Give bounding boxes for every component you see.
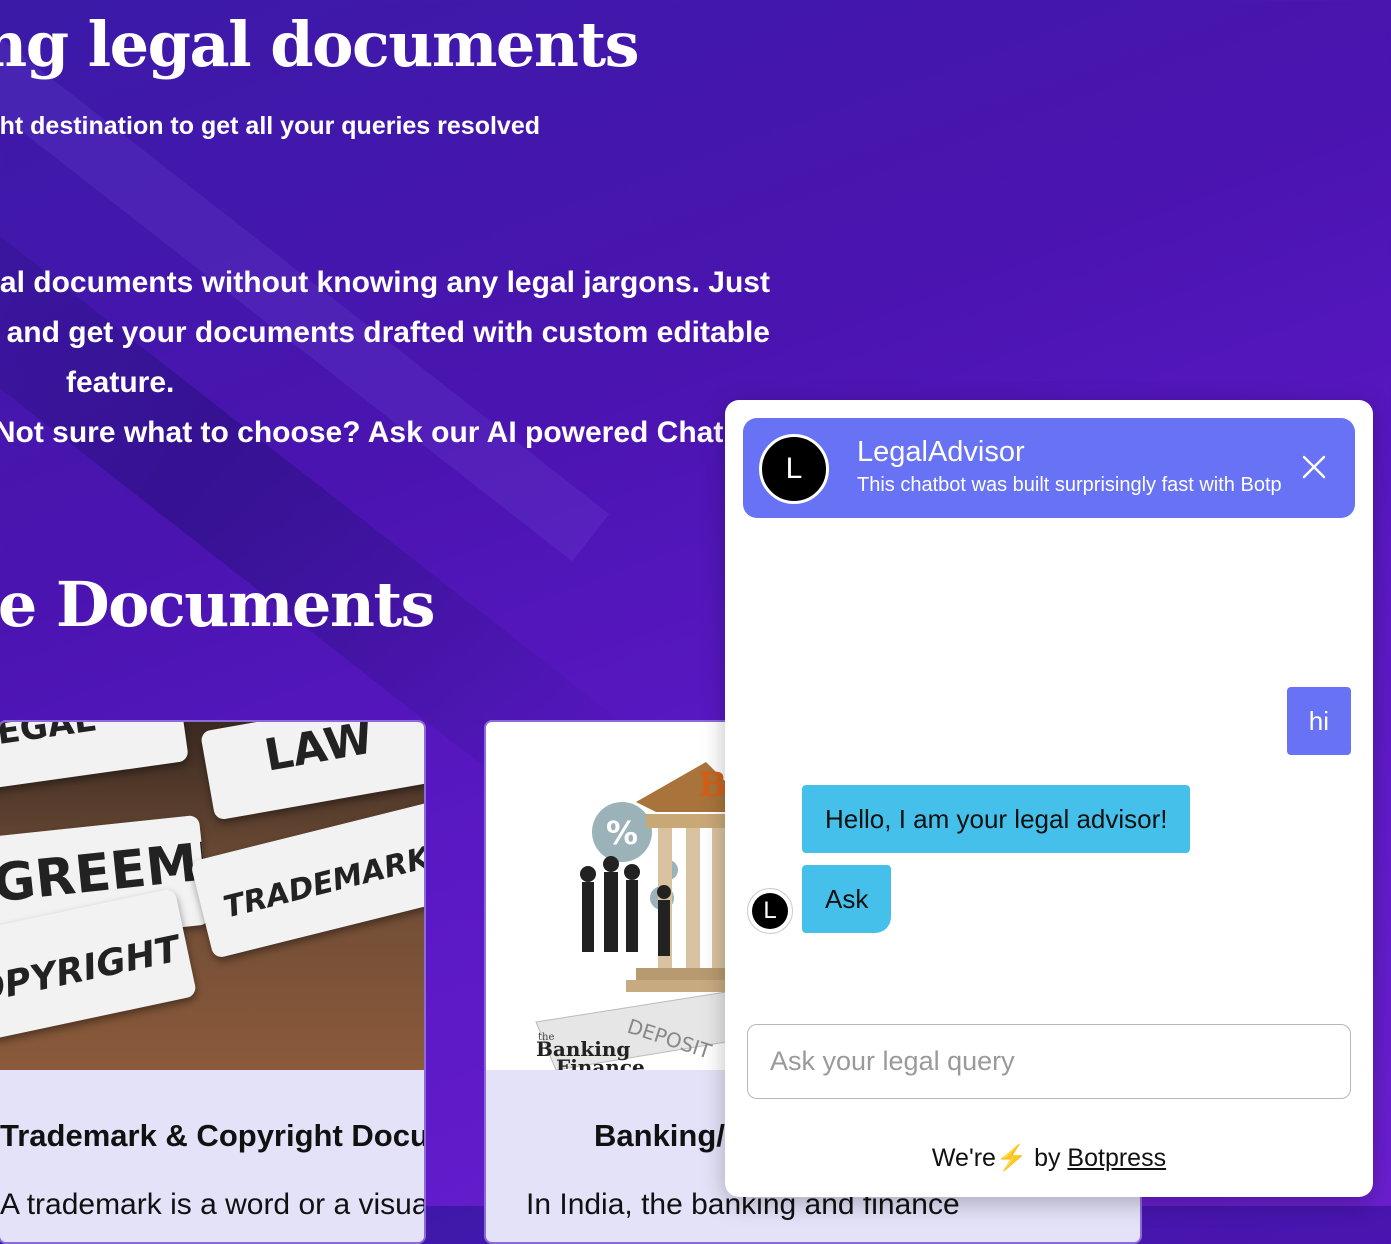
- percent-label: %: [606, 814, 638, 852]
- close-icon: [1302, 455, 1326, 479]
- avatar-letter: L: [785, 452, 803, 485]
- bank-illustration-icon: % B DEPOSIT the Banking Finance: [535, 762, 727, 1070]
- hero-line: Not sure what to choose? Ask our AI powe…: [0, 416, 770, 449]
- bank-letter: B: [698, 765, 726, 805]
- bot-description: This chatbot was built surprisingly fast…: [857, 474, 1281, 496]
- botpress-link[interactable]: Botpress: [1067, 1144, 1166, 1172]
- footer-by: by: [1034, 1144, 1061, 1172]
- bot-avatar: L: [759, 434, 829, 504]
- hero-line: Draft your legal documents without knowi…: [0, 266, 770, 299]
- folder-tab: LEGAL: [0, 722, 189, 792]
- bolt-icon: ⚡: [995, 1144, 1028, 1172]
- card-text: A trademark is a word or a visual: [0, 1188, 426, 1221]
- bot-message: Ask: [802, 865, 892, 933]
- hero-title: Need help making legal documents?: [0, 8, 638, 81]
- folder-tab: LAW: [200, 722, 424, 821]
- chat-header: L LegalAdvisor This chatbot was built su…: [743, 418, 1355, 518]
- footer-prefix: We're: [931, 1144, 996, 1172]
- folder-label: LAW: [260, 722, 377, 782]
- folder-label: LEGAL: [0, 722, 98, 756]
- folder-tab: TRADEMARK: [190, 794, 424, 960]
- chat-input[interactable]: [747, 1024, 1351, 1099]
- card-title: Trademark & Copyright Documents: [0, 1118, 426, 1153]
- chat-footer: We're⚡ by Botpress: [725, 1144, 1373, 1173]
- hero-subtitle: You're at the right destination to get a…: [0, 112, 540, 140]
- logo-finance: Finance: [556, 1055, 645, 1070]
- bot-message: Hello, I am your legal advisor!: [802, 785, 1191, 853]
- chatbot-widget: L LegalAdvisor This chatbot was built su…: [725, 400, 1373, 1197]
- user-message: hi: [1286, 687, 1351, 755]
- bot-message-avatar: L: [747, 888, 793, 934]
- folder-label: TRADEMARK: [220, 840, 424, 926]
- close-button[interactable]: [1299, 452, 1329, 482]
- avatar-letter: L: [752, 893, 788, 929]
- bot-name: LegalAdvisor: [857, 436, 1025, 468]
- hero-description: Draft your legal documents without knowi…: [0, 258, 770, 458]
- documents-section-title: Available Documents: [0, 568, 434, 641]
- document-card-trademark[interactable]: LEGAL LAW AGREEMENT TRADEMARK COPYRIGHT …: [0, 720, 426, 1244]
- hero-line: choose the template and get your documen…: [0, 316, 770, 349]
- card-image-trademark: LEGAL LAW AGREEMENT TRADEMARK COPYRIGHT: [0, 722, 424, 1070]
- hero-line: feature.: [66, 366, 175, 399]
- folder-label: COPYRIGHT: [0, 928, 184, 1018]
